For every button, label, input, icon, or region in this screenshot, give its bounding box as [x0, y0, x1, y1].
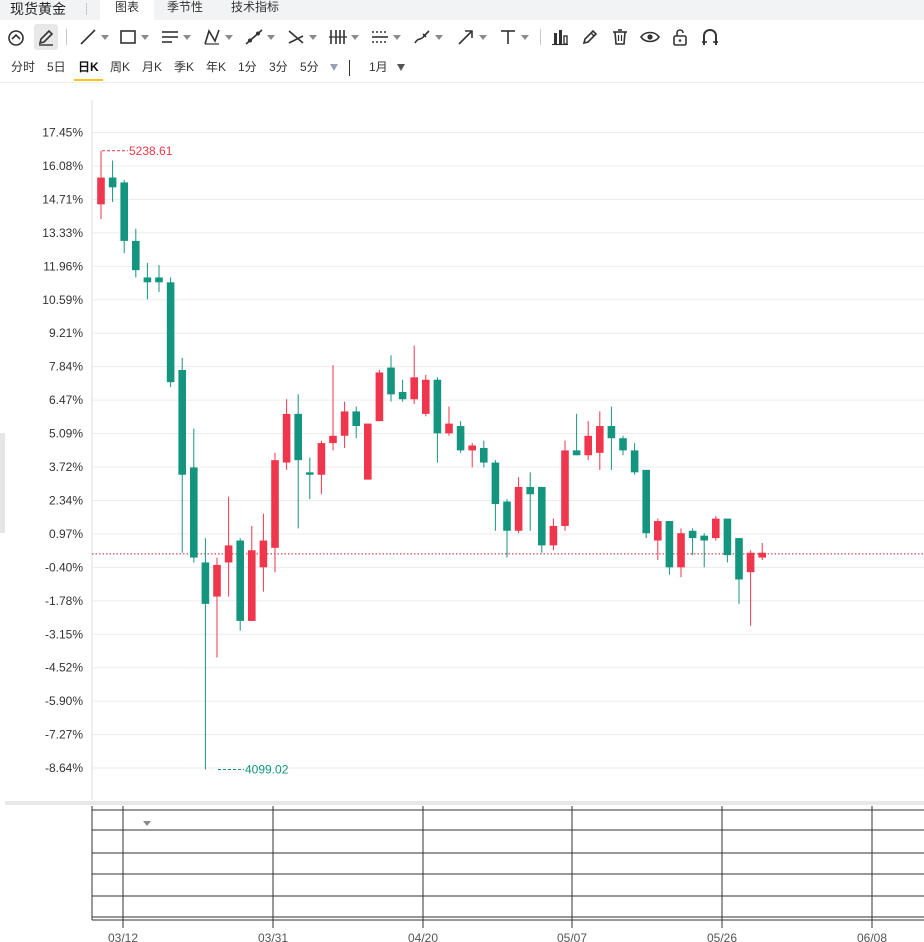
candle-up [97, 177, 105, 205]
candle-down [387, 367, 395, 395]
candle-up [224, 545, 233, 563]
y-tick-label: 2.34% [49, 493, 83, 507]
y-tick-label: 14.71% [42, 192, 83, 206]
candle-up [746, 552, 755, 573]
candle-down [236, 540, 244, 621]
y-tick-label: -0.40% [45, 560, 83, 574]
candle-down [735, 538, 743, 580]
low-price-label: 4099.02 [245, 763, 289, 777]
y-tick-label: 6.47% [49, 393, 83, 407]
candle-down [398, 391, 407, 400]
candle-down [132, 240, 140, 271]
candle-down [607, 426, 616, 439]
candle-down [642, 469, 650, 534]
candle-down [120, 182, 128, 241]
candle-down [630, 450, 639, 473]
candle-up [468, 445, 476, 451]
candle-down [201, 562, 210, 604]
candle-down [155, 277, 163, 283]
y-tick-label: -1.78% [45, 594, 83, 608]
candle-down [619, 438, 627, 451]
candle-up [364, 423, 372, 480]
y-tick-label: 9.21% [49, 326, 83, 340]
candle-up [677, 533, 685, 568]
x-tick-label: 03/31 [258, 931, 288, 942]
candle-up [514, 486, 523, 531]
candle-down [480, 447, 488, 463]
candle-up [596, 426, 604, 453]
candle-down [538, 486, 546, 546]
candle-up [712, 518, 720, 539]
candle-up [561, 450, 569, 526]
candle-up [271, 460, 279, 548]
pane-separator [5, 801, 924, 805]
y-tick-label: 10.59% [42, 293, 83, 307]
candle-down [143, 277, 152, 283]
candle-up [410, 377, 418, 400]
indicator-chevron-down-icon [143, 821, 151, 826]
candle-down [503, 501, 511, 531]
candle-down [526, 486, 534, 495]
candle-down [108, 177, 117, 188]
candle-down [190, 467, 198, 558]
y-tick-label: 11.96% [43, 259, 83, 273]
x-tick-label: 06/08 [857, 931, 887, 942]
candle-down [700, 535, 708, 541]
y-tick-label: 16.08% [42, 159, 83, 173]
candle-up [282, 413, 291, 463]
candle-up [445, 423, 453, 434]
candle-down [723, 518, 732, 556]
candle-up [549, 525, 558, 546]
y-tick-label: 5.09% [49, 427, 83, 441]
candle-down [572, 450, 581, 456]
candle-down [352, 411, 360, 427]
y-tick-label: 13.33% [42, 226, 83, 240]
x-tick-label: 05/07 [557, 931, 587, 942]
candle-up [340, 411, 349, 436]
candle-down [433, 379, 442, 434]
high-price-label: 5238.61 [129, 144, 173, 158]
y-tick-label: 17.45% [42, 126, 83, 140]
candle-up [584, 435, 592, 456]
y-tick-label: 7.84% [49, 360, 83, 374]
candle-up [375, 372, 384, 422]
candle-up [329, 435, 337, 444]
candle-up [422, 379, 430, 414]
candle-down [306, 472, 314, 475]
y-tick-label: -5.90% [45, 694, 83, 708]
candle-down [456, 426, 465, 451]
y-tick-label: 3.72% [49, 460, 83, 474]
y-tick-label: -7.27% [45, 728, 83, 742]
candle-up [259, 540, 268, 568]
candle-down [491, 462, 500, 504]
y-tick-label: -3.15% [45, 627, 83, 641]
candle-down [688, 530, 697, 539]
y-tick-label: 0.97% [49, 527, 83, 541]
x-tick-label: 03/12 [108, 931, 138, 942]
x-tick-label: 05/26 [707, 931, 737, 942]
candle-up [317, 443, 326, 475]
y-tick-label: -8.64% [45, 761, 83, 775]
y-tick-label: -4.52% [45, 661, 83, 675]
candle-down [665, 521, 674, 568]
candle-down [294, 413, 302, 461]
candle-up [758, 552, 766, 558]
candle-down [178, 370, 186, 475]
candle-up [248, 550, 256, 621]
candlestick-chart[interactable]: 17.45% 16.08% 14.71% 13.33% 11.96% 10.59% 9.21… [0, 0, 924, 942]
candle-down [166, 282, 175, 383]
candle-up [654, 521, 662, 541]
x-tick-label: 04/20 [408, 931, 438, 942]
candle-up [213, 564, 221, 597]
